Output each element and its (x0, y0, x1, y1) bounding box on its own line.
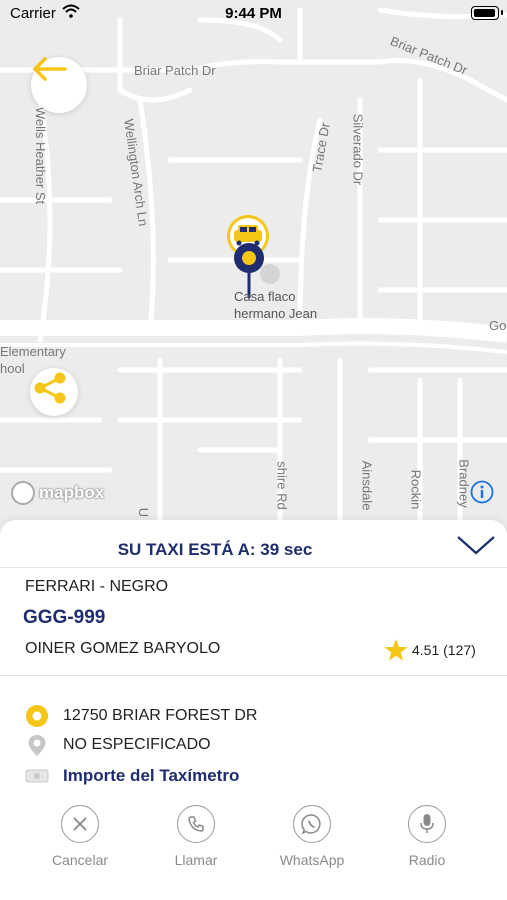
star-icon (384, 639, 408, 661)
radio-button[interactable]: Radio (382, 805, 472, 868)
mapbox-mark-icon (11, 481, 35, 505)
fare-label: Importe del Taxímetro (63, 766, 240, 785)
license-plate: GGG-999 (23, 607, 106, 628)
phone-icon (177, 805, 215, 843)
share-button[interactable] (30, 368, 78, 416)
street-label: Wells Heather St (33, 106, 49, 205)
map-info-button[interactable] (470, 480, 494, 504)
street-label: Briar Patch Dr (134, 63, 216, 78)
street-label: shire Rd (274, 461, 290, 510)
back-button[interactable] (31, 57, 87, 113)
pickup-row: 12750 BRIAR FOREST DR (25, 704, 257, 728)
call-button[interactable]: Llamar (151, 805, 241, 868)
battery-icon (471, 6, 503, 20)
rating-value: 4.51 (127) (412, 642, 476, 658)
map-view[interactable]: Briar Patch Dr Briar Patch Dr Wells Heat… (0, 0, 507, 540)
driver-name: OINER GOMEZ BARYOLO (25, 640, 221, 657)
pickup-location-label: Casa flaco hermano Jean (234, 289, 318, 321)
clock: 9:44 PM (225, 5, 282, 22)
microphone-icon (408, 805, 446, 843)
pickup-dot-icon (26, 705, 48, 727)
close-icon (61, 805, 99, 843)
driver-rating: 4.51 (127) (384, 638, 476, 662)
info-icon (470, 480, 494, 504)
street-label: U (136, 507, 152, 518)
street-label: Elementary (0, 344, 66, 359)
money-icon (25, 769, 49, 783)
street-label: Silverado Dr (350, 113, 366, 186)
location-pin-icon (28, 735, 46, 756)
divider (0, 567, 507, 568)
car-description: FERRARI - NEGRO (25, 578, 169, 595)
arrow-left-icon (33, 57, 67, 81)
pickup-address: 12750 BRIAR FOREST DR (63, 707, 258, 724)
street-label: Ainsdale (359, 460, 375, 511)
destination-address: NO ESPECIFICADO (63, 736, 211, 753)
whatsapp-button[interactable]: WhatsApp (267, 805, 357, 868)
fare-row[interactable]: Importe del Taxímetro (25, 766, 239, 786)
street-label: hool (0, 361, 25, 376)
mapbox-logo: mapbox (11, 481, 104, 505)
eta-title: SU TAXI ESTÁ A: 39 sec (117, 540, 313, 559)
destination-row: NO ESPECIFICADO (25, 733, 211, 757)
chevron-down-icon[interactable] (456, 534, 496, 556)
street-label: Go (489, 318, 507, 333)
whatsapp-icon (293, 805, 331, 843)
status-bar: Carrier 9:44 PM (0, 0, 507, 28)
street-label: Rockin (408, 469, 424, 510)
share-icon (34, 372, 66, 404)
cancel-button[interactable]: Cancelar (35, 805, 125, 868)
divider (0, 675, 507, 676)
